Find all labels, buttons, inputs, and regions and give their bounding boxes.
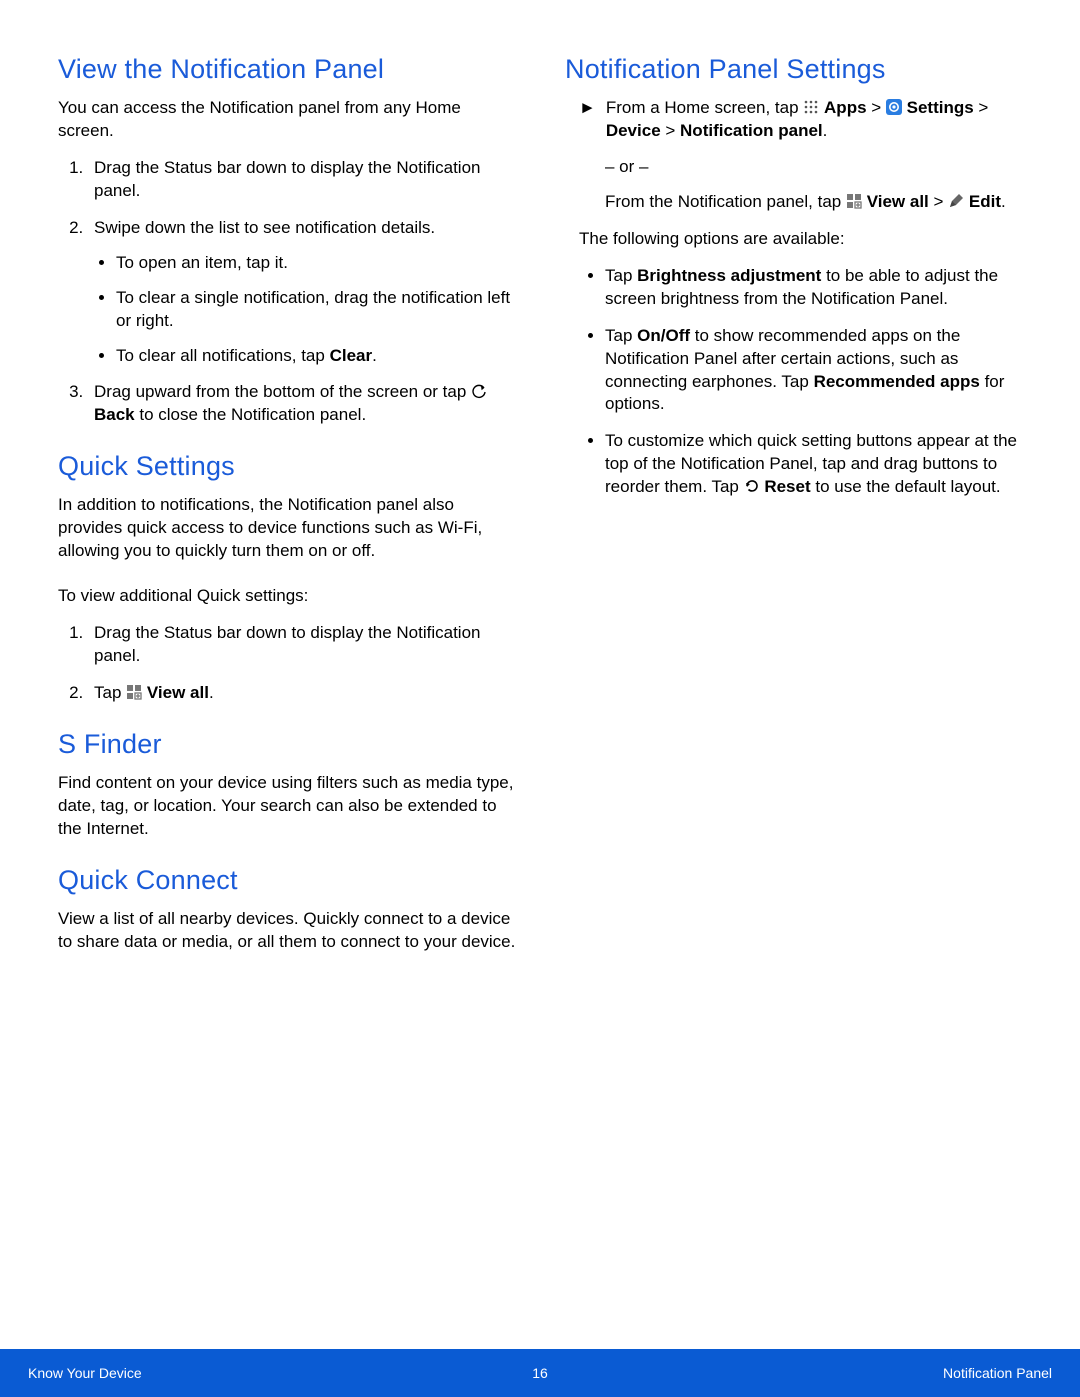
heading-notification-panel-settings: Notification Panel Settings xyxy=(565,54,1024,85)
back-icon xyxy=(471,383,487,399)
text: Swipe down the list to see notification … xyxy=(94,218,435,237)
reset-icon xyxy=(744,478,760,494)
settings-icon xyxy=(886,99,902,115)
bold-text: View all xyxy=(147,683,209,702)
page-content: View the Notification Panel You can acce… xyxy=(0,0,1080,968)
text: > xyxy=(661,121,680,140)
bullet-list: To open an item, tap it. To clear a sing… xyxy=(94,252,517,368)
paragraph: In addition to notifications, the Notifi… xyxy=(58,494,517,563)
bold-text: Brightness adjustment xyxy=(637,266,821,285)
step-item: ► From a Home screen, tap Apps > Setting… xyxy=(565,97,1024,143)
bold-text: View all xyxy=(867,192,929,211)
or-text: – or – xyxy=(565,157,1024,177)
view-all-icon xyxy=(846,193,862,209)
paragraph: You can access the Notification panel fr… xyxy=(58,97,517,143)
left-column: View the Notification Panel You can acce… xyxy=(58,54,517,968)
text: . xyxy=(823,121,828,140)
list-item: Drag the Status bar down to display the … xyxy=(88,622,517,668)
step-alt: From the Notification panel, tap View al… xyxy=(565,191,1024,214)
bold-text: Settings xyxy=(907,98,974,117)
list-item: Drag the Status bar down to display the … xyxy=(88,157,517,203)
paragraph: To view additional Quick settings: xyxy=(58,585,517,608)
bold-text: Recommended apps xyxy=(814,372,980,391)
bold-text: Device xyxy=(606,121,661,140)
list-item: To clear a single notification, drag the… xyxy=(116,287,517,333)
text: Tap xyxy=(94,683,126,702)
text: Tap xyxy=(605,326,637,345)
right-column: Notification Panel Settings ► From a Hom… xyxy=(565,54,1024,968)
bold-text: Apps xyxy=(824,98,867,117)
arrow-marker-icon: ► xyxy=(579,97,596,143)
list-item: Tap Brightness adjustment to be able to … xyxy=(605,265,1024,311)
ordered-list: Drag the Status bar down to display the … xyxy=(58,622,517,705)
text: . xyxy=(1001,192,1006,211)
heading-quick-settings: Quick Settings xyxy=(58,451,517,482)
text: Tap xyxy=(605,266,637,285)
bold-text: Notification panel xyxy=(680,121,823,140)
bold-text: On/Off xyxy=(637,326,690,345)
page-footer: Know Your Device 16 Notification Panel xyxy=(0,1349,1080,1397)
paragraph: The following options are available: xyxy=(565,228,1024,251)
list-item: Tap On/Off to show recommended apps on t… xyxy=(605,325,1024,417)
paragraph: Find content on your device using filter… xyxy=(58,772,517,841)
text: > xyxy=(867,98,886,117)
text: From the Notification panel, tap xyxy=(605,192,846,211)
text: . xyxy=(209,683,214,702)
ordered-list: Drag the Status bar down to display the … xyxy=(58,157,517,427)
heading-view-notification-panel: View the Notification Panel xyxy=(58,54,517,85)
edit-icon xyxy=(948,193,964,209)
paragraph: View a list of all nearby devices. Quick… xyxy=(58,908,517,954)
list-item: Drag upward from the bottom of the scree… xyxy=(88,381,517,427)
bold-text: Clear xyxy=(330,346,373,365)
footer-page-number: 16 xyxy=(532,1365,548,1381)
bold-text: Reset xyxy=(764,477,810,496)
view-all-icon xyxy=(126,684,142,700)
list-item: To clear all notifications, tap Clear. xyxy=(116,345,517,368)
list-item: To customize which quick setting buttons… xyxy=(605,430,1024,499)
text: > xyxy=(974,98,989,117)
footer-right: Notification Panel xyxy=(943,1365,1052,1381)
list-item: Swipe down the list to see notification … xyxy=(88,217,517,368)
list-item: Tap View all. xyxy=(88,682,517,705)
bullet-list: Tap Brightness adjustment to be able to … xyxy=(565,265,1024,499)
apps-icon xyxy=(803,99,819,115)
text: to use the default layout. xyxy=(811,477,1001,496)
bold-text: Edit xyxy=(969,192,1001,211)
text: From a Home screen, tap xyxy=(606,98,803,117)
text: Drag upward from the bottom of the scree… xyxy=(94,382,471,401)
text: to close the Notification panel. xyxy=(135,405,367,424)
heading-quick-connect: Quick Connect xyxy=(58,865,517,896)
text: To clear all notifications, tap xyxy=(116,346,330,365)
footer-left: Know Your Device xyxy=(28,1365,142,1381)
text: . xyxy=(372,346,377,365)
step-content: From a Home screen, tap Apps > Settings … xyxy=(606,97,1024,143)
heading-s-finder: S Finder xyxy=(58,729,517,760)
text: > xyxy=(929,192,948,211)
list-item: To open an item, tap it. xyxy=(116,252,517,275)
bold-text: Back xyxy=(94,405,135,424)
